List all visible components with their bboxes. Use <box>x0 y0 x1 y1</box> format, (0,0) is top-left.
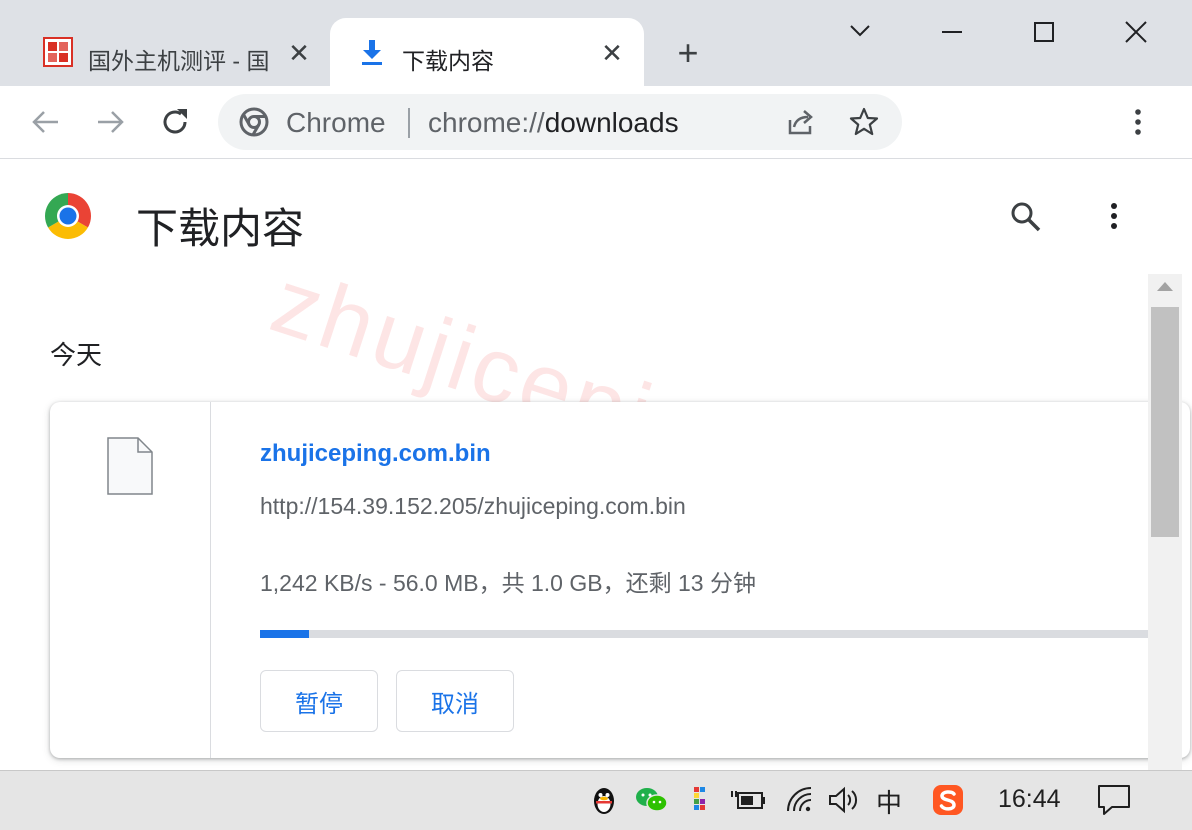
ime-language-indicator[interactable]: 中 <box>876 783 902 820</box>
tab-strip: 国外主机测评 - 国 ✕ 下载内容 ✕ + <box>0 0 1192 86</box>
wechat-icon[interactable] <box>634 784 670 816</box>
sogou-input-icon[interactable] <box>932 784 964 816</box>
kebab-menu-icon[interactable] <box>1118 102 1158 142</box>
system-clock[interactable]: 16:44 <box>998 785 1061 814</box>
progress-bar-fill <box>260 630 309 638</box>
close-icon[interactable]: ✕ <box>284 38 314 68</box>
download-status: 1,242 KB/s - 56.0 MB，共 1.0 GB，还剩 13 分钟 <box>260 570 756 596</box>
share-icon[interactable] <box>784 106 818 138</box>
notification-center-icon[interactable] <box>1096 783 1132 817</box>
tab-title: 下载内容 <box>402 48 494 74</box>
file-name-link[interactable]: zhujiceping.com.bin <box>260 440 491 468</box>
url-path: downloads <box>544 107 679 138</box>
page-scrollbar[interactable] <box>1148 274 1182 771</box>
date-group-label: 今天 <box>50 340 103 370</box>
search-icon[interactable] <box>1008 199 1044 235</box>
url-scheme: chrome:// <box>428 107 545 138</box>
more-options-icon[interactable] <box>1096 197 1132 237</box>
file-icon <box>107 437 153 495</box>
site-logo-icon <box>43 37 73 67</box>
new-tab-button[interactable]: + <box>668 34 708 74</box>
card-divider <box>210 402 211 758</box>
address-bar[interactable]: Chrome chrome://downloads <box>218 94 902 150</box>
chrome-icon <box>239 107 269 137</box>
file-source-url: http://154.39.152.205/zhujiceping.com.bi… <box>260 493 686 519</box>
scrollbar-thumb[interactable] <box>1151 307 1179 537</box>
minimize-icon[interactable] <box>928 14 976 50</box>
page-title: 下载内容 <box>136 205 305 252</box>
bookmark-star-icon[interactable] <box>848 106 880 138</box>
scroll-up-arrow-icon[interactable] <box>1157 282 1173 291</box>
wifi-icon[interactable] <box>784 784 816 816</box>
omnibox-chip-label: Chrome <box>286 107 386 138</box>
back-arrow-icon[interactable] <box>26 102 66 142</box>
downloads-page: 下载内容 zhujiceping.com 今天 zhujiceping.com.… <box>0 159 1192 771</box>
download-icon <box>362 40 382 65</box>
tab-title: 国外主机测评 - 国 <box>88 48 270 74</box>
color-grid-app-icon[interactable] <box>688 784 712 816</box>
reload-icon[interactable] <box>155 102 195 142</box>
progress-bar <box>260 630 1148 638</box>
forward-arrow-icon[interactable] <box>90 102 130 142</box>
chrome-logo-icon <box>44 193 92 240</box>
download-item-card: zhujiceping.com.bin http://154.39.152.20… <box>50 402 1190 758</box>
pause-button[interactable]: 暂停 <box>260 670 378 732</box>
browser-toolbar: Chrome chrome://downloads <box>0 86 1192 159</box>
window-close-icon[interactable] <box>1112 14 1160 50</box>
url-text[interactable]: chrome://downloads <box>428 107 679 139</box>
tab-zhujiceping[interactable]: 国外主机测评 - 国 ✕ <box>24 18 328 86</box>
maximize-icon[interactable] <box>1020 14 1068 50</box>
tab-downloads[interactable]: 下载内容 ✕ <box>330 18 644 86</box>
battery-plug-icon[interactable] <box>730 784 766 816</box>
cancel-button[interactable]: 取消 <box>396 670 514 732</box>
qq-penguin-icon[interactable] <box>588 784 620 816</box>
close-icon[interactable]: ✕ <box>597 38 627 68</box>
windows-taskbar: 中 16:44 <box>0 770 1192 830</box>
omnibox-separator <box>408 108 410 138</box>
tab-search-chevron-icon[interactable] <box>836 14 884 50</box>
volume-icon[interactable] <box>826 784 860 816</box>
